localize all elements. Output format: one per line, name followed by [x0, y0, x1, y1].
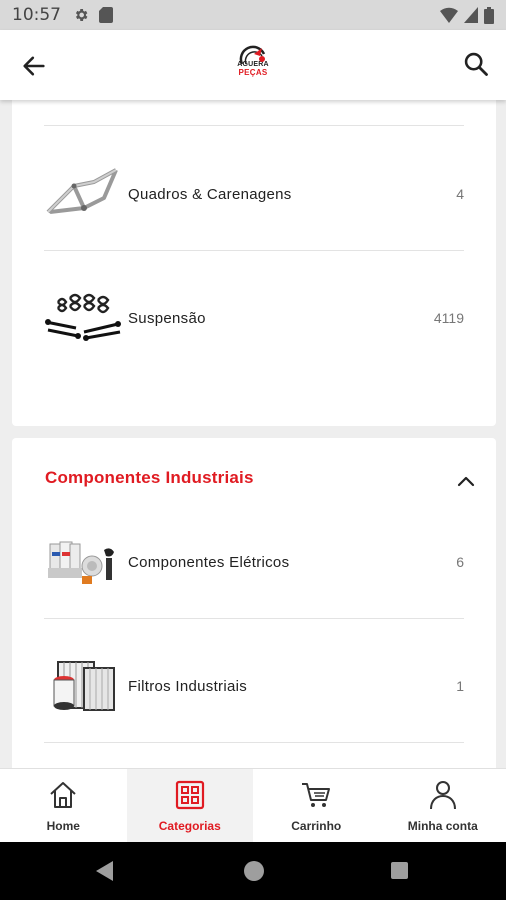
brand-logo[interactable]: AGUERA PEÇAS [232, 44, 274, 84]
category-group-card: Componentes Industriais Componentes Elét… [12, 438, 496, 768]
recents-square-icon[interactable] [391, 862, 408, 879]
system-navigation-bar [0, 842, 506, 900]
home-circle-icon[interactable] [244, 861, 264, 881]
list-divider [44, 742, 464, 743]
category-group-card: Quadros & Carenagens 4 Suspensão 4119 [12, 100, 496, 426]
nav-label: Categorias [158, 819, 221, 833]
home-icon [50, 782, 76, 808]
wifi-icon [440, 7, 458, 23]
category-item-filtros-industriais[interactable]: Filtros Industriais 1 [44, 624, 464, 748]
category-count: 4 [456, 186, 464, 202]
logo-mark-icon [239, 45, 266, 65]
categories-icon [175, 780, 204, 810]
bottom-navigation: Home Categorias Carrinho Minha conta [0, 768, 506, 842]
chevron-up-icon[interactable] [456, 474, 476, 488]
category-count: 1 [456, 678, 464, 694]
signal-icon [464, 7, 478, 23]
list-divider [44, 618, 464, 619]
battery-icon [484, 6, 494, 24]
nav-cart[interactable]: Carrinho [253, 769, 380, 842]
category-item-suspensao[interactable]: Suspensão 4119 [44, 256, 464, 380]
nav-categories[interactable]: Categorias [126, 769, 253, 842]
engine-part-thumbnail-icon [60, 100, 120, 104]
logo-line2: PEÇAS [238, 68, 268, 77]
category-group-title: Componentes Industriais [45, 468, 254, 487]
nav-label: Home [46, 819, 80, 833]
back-triangle-icon[interactable] [96, 861, 113, 881]
electrical-components-icon [48, 541, 114, 584]
category-label: Quadros & Carenagens [128, 185, 292, 203]
category-label: Filtros Industriais [128, 677, 248, 695]
nav-account[interactable]: Minha conta [380, 769, 506, 842]
account-icon [429, 781, 456, 810]
frame-fairing-icon [46, 168, 118, 214]
category-list[interactable]: Quadros & Carenagens 4 Suspensão 4119 Co… [0, 100, 506, 768]
nav-label: Minha conta [407, 819, 478, 833]
status-bar: 10:57 [0, 0, 506, 30]
cart-icon [302, 783, 331, 807]
category-label: Suspensão [128, 309, 206, 327]
nav-home[interactable]: Home [0, 769, 127, 842]
settings-icon [75, 9, 88, 21]
suspension-icon [45, 293, 121, 341]
status-time: 10:57 [12, 5, 61, 25]
sd-card-icon [99, 7, 113, 23]
category-count: 4119 [433, 310, 464, 326]
list-divider [44, 250, 464, 251]
category-item-componentes-eletricos[interactable]: Componentes Elétricos 6 [44, 500, 464, 624]
category-label: Componentes Elétricos [128, 553, 290, 571]
category-count: 6 [456, 554, 464, 570]
industrial-filters-icon [53, 661, 115, 711]
list-divider [44, 125, 464, 126]
nav-label: Carrinho [291, 819, 342, 833]
category-item-quadros-carenagens[interactable]: Quadros & Carenagens 4 [44, 132, 464, 256]
app-bar: AGUERA PEÇAS [0, 30, 506, 100]
back-arrow-icon[interactable] [20, 52, 48, 80]
search-icon[interactable] [462, 50, 490, 78]
